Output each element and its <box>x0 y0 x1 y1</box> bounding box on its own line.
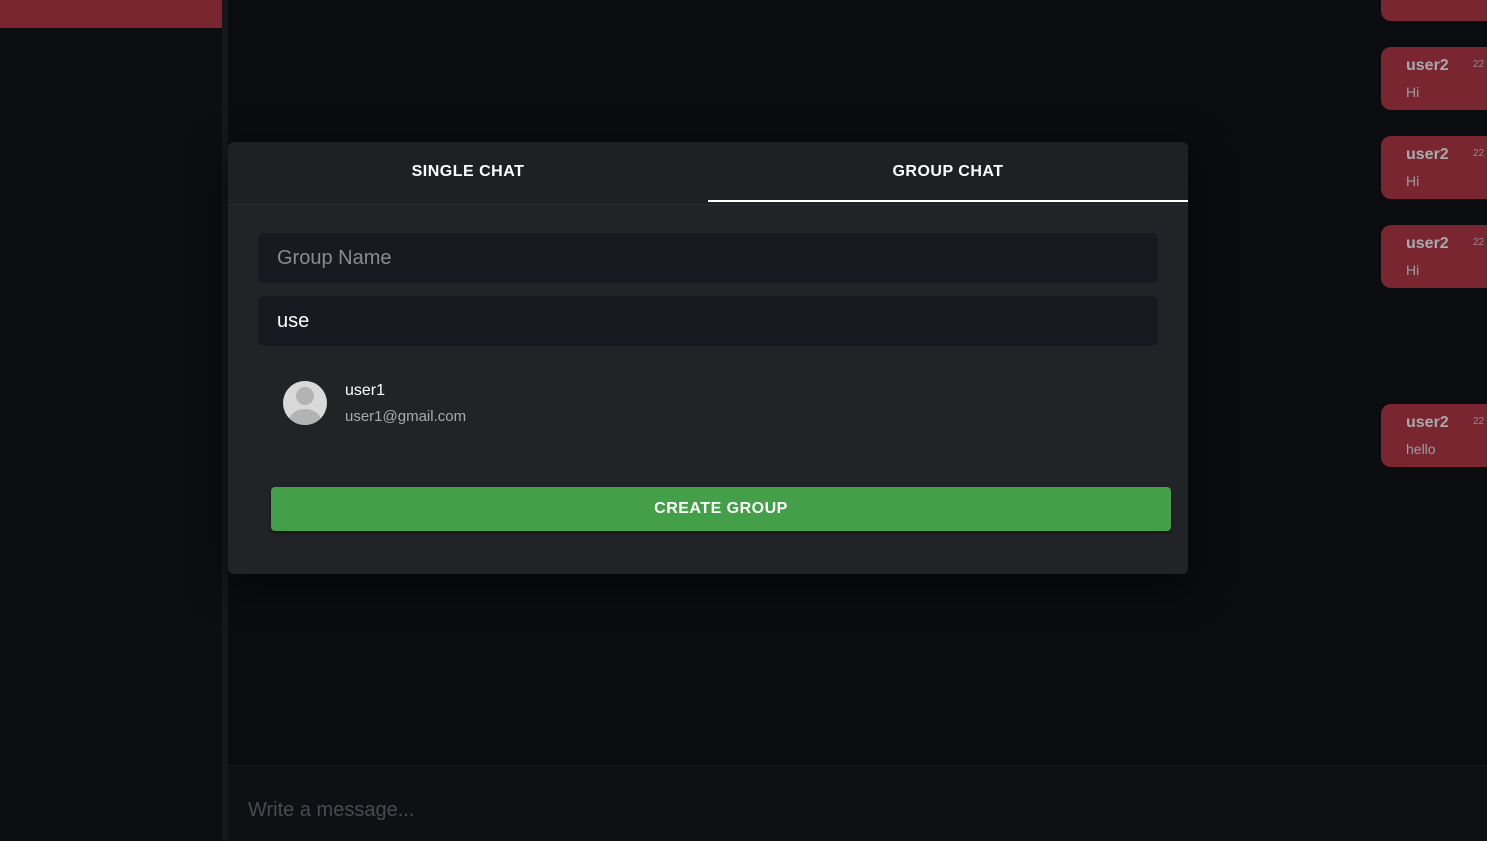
message-bubble: user2 Hi 22 <box>1381 225 1487 288</box>
tab-group-chat[interactable]: GROUP CHAT <box>708 142 1188 202</box>
message-bubble: user2 Hi 22 <box>1381 47 1487 110</box>
active-tab-indicator <box>708 200 1188 202</box>
user-silhouette-icon <box>296 387 314 405</box>
message-time: 22 <box>1473 416 1485 427</box>
message-time: 22 <box>1473 237 1485 248</box>
message-text: Hi <box>1406 84 1420 100</box>
message-bubble: Hi <box>1381 0 1487 21</box>
chat-type-tabs: SINGLE CHAT GROUP CHAT <box>228 142 1188 205</box>
sidebar <box>0 0 222 840</box>
sidebar-item-active[interactable] <box>0 0 222 28</box>
message-composer <box>228 765 1487 841</box>
message-bubble: user2 hello 22 <box>1381 404 1487 467</box>
message-time: 22 <box>1473 148 1485 159</box>
message-text: Hi <box>1406 173 1420 189</box>
message-text: hello <box>1406 441 1436 457</box>
message-bubble: user2 Hi 22 <box>1381 136 1487 199</box>
user-search-input[interactable] <box>258 296 1158 346</box>
avatar <box>283 381 327 425</box>
tab-single-chat[interactable]: SINGLE CHAT <box>228 142 708 202</box>
message-input[interactable] <box>246 794 1150 826</box>
new-chat-modal: SINGLE CHAT GROUP CHAT user1 user1@gmail… <box>228 142 1188 574</box>
message-text: Hi <box>1406 262 1420 278</box>
user-silhouette-body <box>289 409 321 425</box>
message-time: 22 <box>1473 59 1485 70</box>
group-name-input[interactable] <box>258 233 1158 283</box>
create-group-button[interactable]: CREATE GROUP <box>271 487 1171 531</box>
result-user-name: user1 <box>345 382 386 399</box>
result-user-email: user1@gmail.com <box>345 408 467 425</box>
user-result-item[interactable]: user1 user1@gmail.com <box>258 370 1158 434</box>
